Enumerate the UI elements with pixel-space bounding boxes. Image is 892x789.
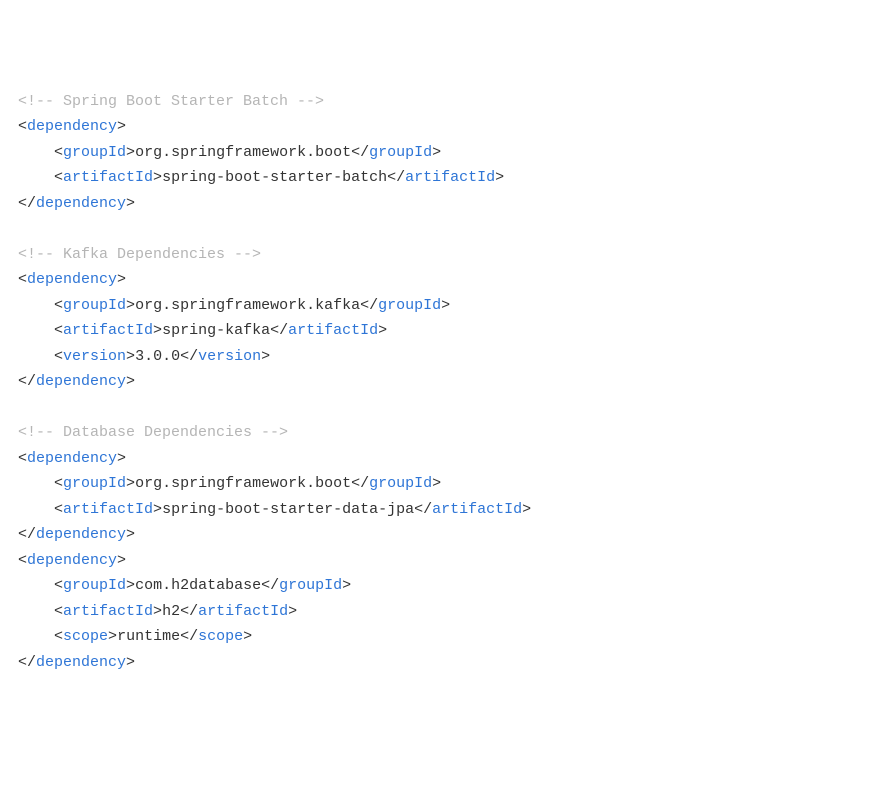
scope-line: <scope>runtime</scope> — [18, 624, 874, 650]
xml-code-block: <!-- Spring Boot Starter Batch --><depen… — [18, 89, 874, 676]
dependency-open: <dependency> — [18, 446, 874, 472]
dependency-open: <dependency> — [18, 114, 874, 140]
artifactId-line: <artifactId>spring-boot-starter-batch</a… — [18, 165, 874, 191]
artifactId-line: <artifactId>h2</artifactId> — [18, 599, 874, 625]
artifactId-line: <artifactId>spring-kafka</artifactId> — [18, 318, 874, 344]
groupId-line: <groupId>org.springframework.boot</group… — [18, 140, 874, 166]
dependency-open: <dependency> — [18, 548, 874, 574]
dependency-close: </dependency> — [18, 369, 874, 395]
groupId-line: <groupId>org.springframework.kafka</grou… — [18, 293, 874, 319]
comment-kafka: <!-- Kafka Dependencies --> — [18, 242, 874, 268]
dependency-close: </dependency> — [18, 191, 874, 217]
blank-line — [18, 216, 874, 242]
dependency-open: <dependency> — [18, 267, 874, 293]
version-line: <version>3.0.0</version> — [18, 344, 874, 370]
comment-batch: <!-- Spring Boot Starter Batch --> — [18, 89, 874, 115]
dependency-close: </dependency> — [18, 650, 874, 676]
comment-db: <!-- Database Dependencies --> — [18, 420, 874, 446]
groupId-line: <groupId>com.h2database</groupId> — [18, 573, 874, 599]
artifactId-line: <artifactId>spring-boot-starter-data-jpa… — [18, 497, 874, 523]
dependency-close: </dependency> — [18, 522, 874, 548]
blank-line — [18, 395, 874, 421]
groupId-line: <groupId>org.springframework.boot</group… — [18, 471, 874, 497]
